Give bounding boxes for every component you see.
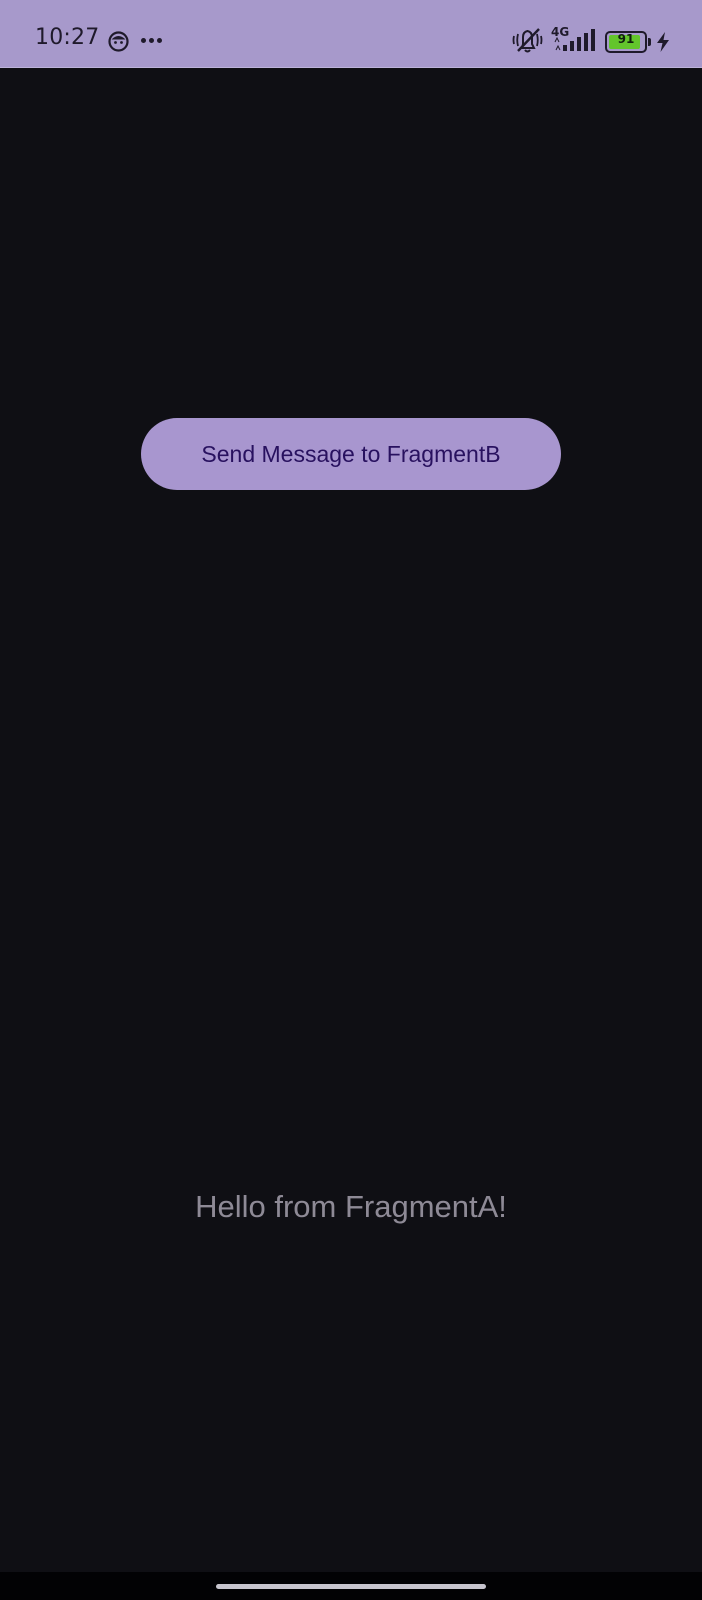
status-time: 10:27 [35, 25, 100, 50]
send-message-button[interactable]: Send Message to FragmentB [141, 418, 561, 490]
navigation-bar [0, 1572, 702, 1600]
more-icon [141, 38, 163, 44]
signal-icon [554, 29, 595, 51]
face-icon [108, 31, 129, 52]
mute-icon [512, 28, 543, 53]
status-bar: 10:27 4G 91 [0, 0, 702, 68]
status-icons: 4G 91 [502, 0, 702, 68]
charging-bolt-icon [657, 32, 669, 52]
home-indicator[interactable] [216, 1584, 486, 1589]
fragment-message-text: Hello from FragmentA! [195, 1189, 507, 1224]
fragment-a-content: Send Message to FragmentB Hello from Fra… [0, 68, 702, 1572]
battery-percent: 91 [617, 32, 635, 46]
battery-icon: 91 [605, 31, 651, 53]
